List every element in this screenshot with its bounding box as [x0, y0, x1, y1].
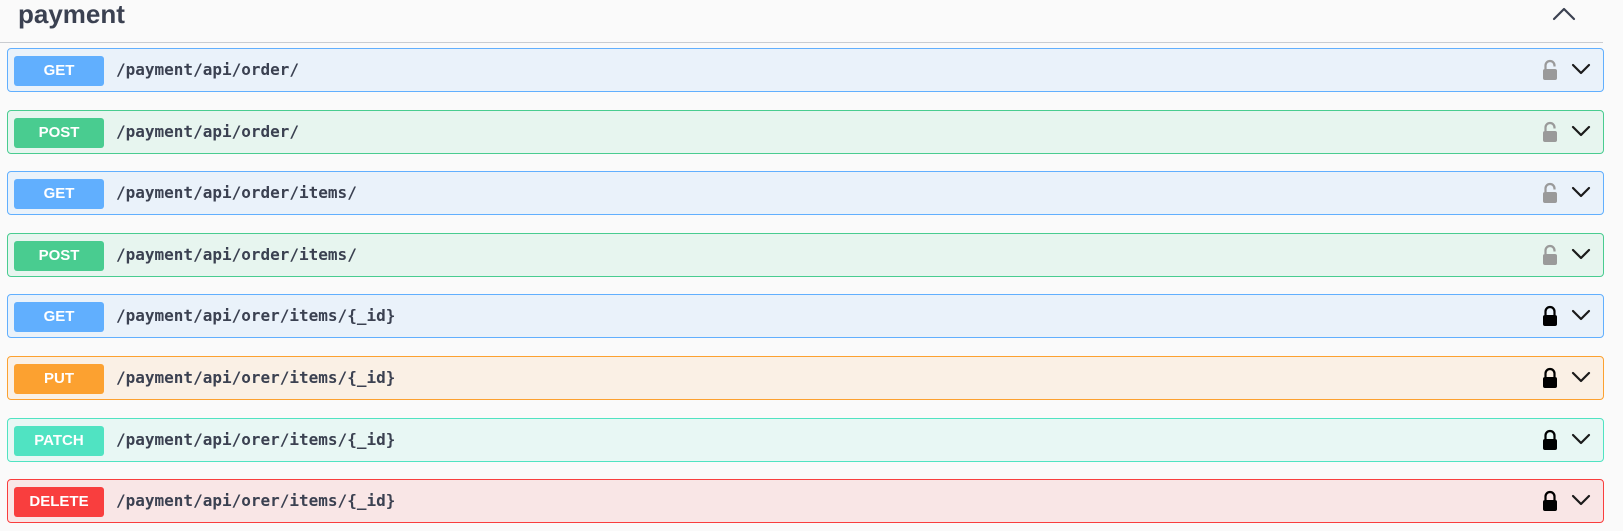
chevron-down-icon[interactable]: [1570, 245, 1592, 263]
method-badge: POST: [14, 117, 104, 148]
chevron-down-icon[interactable]: [1570, 122, 1592, 140]
operation-row[interactable]: PUT /payment/api/orer/items/{_id}: [7, 355, 1604, 400]
method-badge: GET: [14, 302, 104, 333]
operation-row[interactable]: GET /payment/api/orer/items/{_id}: [7, 294, 1604, 339]
method-badge: PATCH: [14, 425, 104, 456]
chevron-down-icon[interactable]: [1570, 183, 1592, 201]
operation-path: /payment/api/order/: [116, 121, 300, 141]
chevron-down-icon[interactable]: [1570, 430, 1592, 448]
method-badge: GET: [14, 179, 104, 210]
operation-row[interactable]: PATCH /payment/api/orer/items/{_id}: [7, 417, 1604, 462]
locked-lock-icon[interactable]: [1541, 367, 1559, 389]
locked-lock-icon[interactable]: [1541, 490, 1559, 512]
operation-row[interactable]: DELETE /payment/api/orer/items/{_id}: [7, 479, 1604, 524]
operation-path: /payment/api/orer/items/{_id}: [116, 491, 396, 511]
operation-path: /payment/api/orer/items/{_id}: [116, 306, 396, 326]
operations-list: GET /payment/api/order/ POST /payment/ap…: [7, 48, 1604, 531]
chevron-up-icon[interactable]: [1549, 2, 1579, 26]
unlocked-lock-icon[interactable]: [1541, 59, 1559, 81]
chevron-down-icon[interactable]: [1570, 491, 1592, 509]
chevron-down-icon[interactable]: [1570, 368, 1592, 386]
operation-path: /payment/api/order/items/: [116, 244, 357, 264]
operation-path: /payment/api/orer/items/{_id}: [116, 429, 396, 449]
unlocked-lock-icon[interactable]: [1541, 244, 1559, 266]
operation-path: /payment/api/orer/items/{_id}: [116, 367, 396, 387]
operation-row[interactable]: POST /payment/api/order/: [7, 109, 1604, 154]
locked-lock-icon[interactable]: [1541, 429, 1559, 451]
unlocked-lock-icon[interactable]: [1541, 182, 1559, 204]
method-badge: DELETE: [14, 487, 104, 518]
operation-row[interactable]: POST /payment/api/order/items/: [7, 232, 1604, 277]
method-badge: PUT: [14, 363, 104, 394]
operation-row[interactable]: GET /payment/api/order/items/: [7, 171, 1604, 216]
chevron-down-icon[interactable]: [1570, 306, 1592, 324]
section-title: payment: [18, 0, 125, 29]
method-badge: POST: [14, 240, 104, 271]
chevron-down-icon[interactable]: [1570, 60, 1592, 78]
operation-path: /payment/api/order/: [116, 60, 300, 79]
operation-path: /payment/api/order/items/: [116, 183, 357, 203]
operation-row[interactable]: GET /payment/api/order/: [7, 48, 1604, 92]
locked-lock-icon[interactable]: [1541, 305, 1559, 327]
method-badge: GET: [14, 56, 104, 86]
payment-section: payment GET /payment/api/order/ POST /pa…: [0, 0, 1623, 531]
unlocked-lock-icon[interactable]: [1541, 121, 1559, 143]
section-header[interactable]: payment: [0, 0, 1603, 43]
